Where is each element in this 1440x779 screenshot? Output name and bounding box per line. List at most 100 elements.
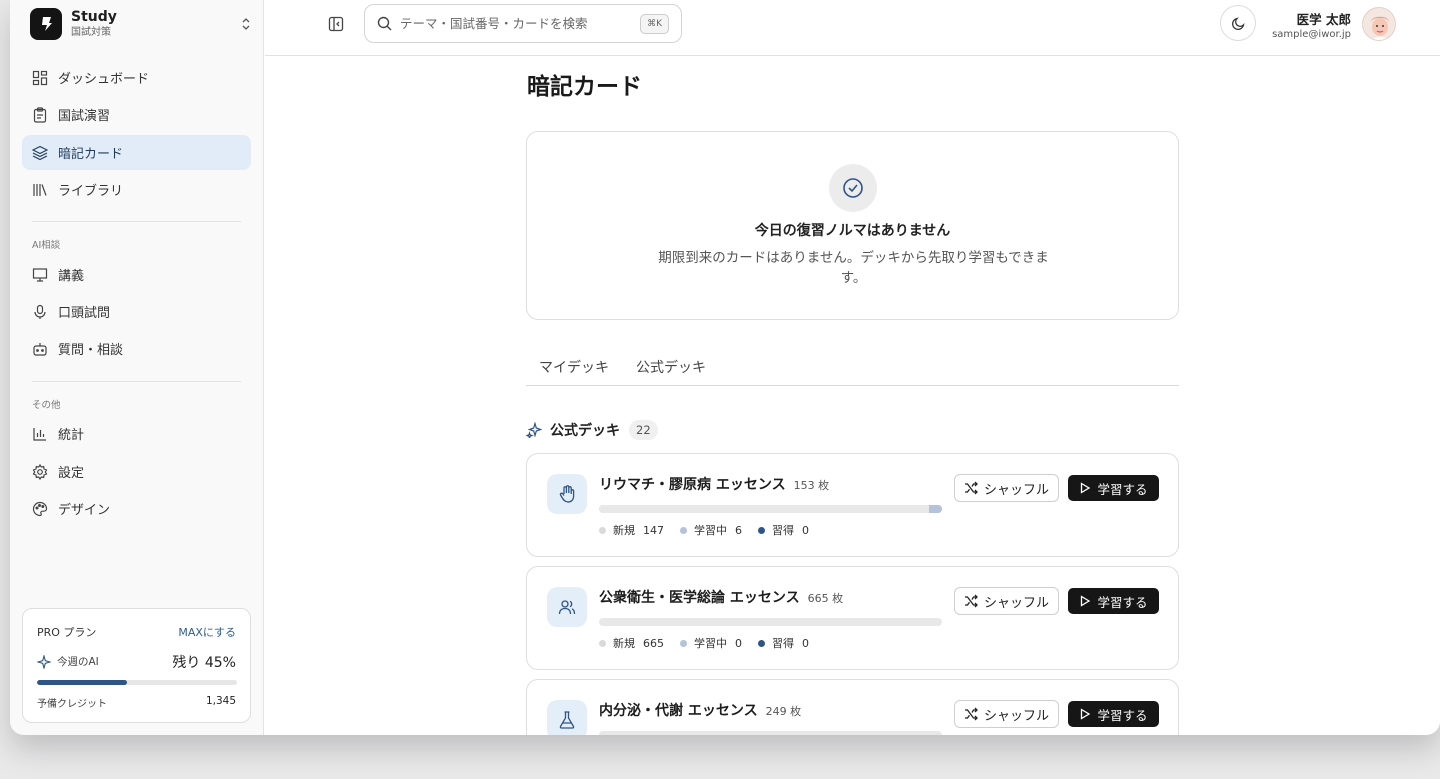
review-empty-card: 今日の復習ノルマはありません 期限到来のカードはありません。デッキから先取り学習…	[526, 131, 1179, 320]
theme-toggle-button[interactable]	[1220, 5, 1256, 41]
deck-card[interactable]: 公衆衛生・医学総論 エッセンス 665 枚 新規 665 学習中 0 習得 0 シャッ…	[526, 566, 1179, 670]
stat-learning-label: 学習中	[694, 524, 727, 537]
sidebar-toggle-button[interactable]	[325, 13, 347, 35]
shuffle-label: シャッフル	[983, 482, 1049, 498]
bot-icon	[32, 341, 48, 357]
deck-total: 153 枚	[794, 477, 830, 493]
workspace-switcher[interactable]: Study 国試対策	[30, 8, 252, 40]
progress-segment-learning	[928, 505, 942, 513]
flask-icon	[547, 700, 587, 735]
clipboard-icon	[32, 106, 48, 123]
deck-total-count: 665	[807, 592, 829, 605]
app-window: Study 国試対策 ダッシュボード 国試演習 暗記カード ライブラリ AI相談…	[10, 0, 1440, 735]
nav-exam-practice-label: 国試演習	[58, 109, 111, 124]
nav-lecture-label: 講義	[58, 269, 85, 284]
check-circle-icon	[829, 164, 877, 212]
play-icon	[1079, 595, 1097, 607]
nav-settings[interactable]: 設定	[22, 454, 251, 489]
chevron-up-down-icon	[240, 16, 252, 35]
user-name: 医学 太郎	[1296, 12, 1351, 27]
nav-questions-label: 質問・相談	[58, 343, 124, 358]
stat-new-value: 147	[643, 523, 664, 537]
plan-remaining: 残り 45%	[172, 655, 236, 671]
section-label-ai: AI相談	[32, 240, 61, 251]
progress-segment-new	[599, 505, 929, 513]
nav-design[interactable]: デザイン	[22, 491, 251, 526]
deck-title-row: リウマチ・膠原病 エッセンス 153 枚	[599, 474, 829, 494]
progress-segment-new	[599, 618, 942, 626]
stat-learning-value: 0	[735, 636, 742, 650]
shuffle-icon	[964, 707, 984, 721]
deck-total: 249 枚	[766, 703, 802, 719]
nav-library-label: ライブラリ	[58, 184, 124, 199]
gear-icon	[32, 463, 48, 480]
shuffle-button[interactable]: シャッフル	[954, 474, 1059, 502]
shuffle-button[interactable]: シャッフル	[954, 587, 1059, 615]
deck-total-count: 153	[793, 479, 815, 492]
stat-learning-value: 6	[735, 523, 742, 537]
library-icon	[32, 182, 48, 198]
search-box[interactable]: ⌘K	[364, 4, 682, 43]
deck-card[interactable]: 内分泌・代謝 エッセンス 249 枚 シャッフル 学習する	[526, 679, 1179, 735]
study-label: 学習する	[1097, 707, 1148, 723]
nav-exam-practice[interactable]: 国試演習	[22, 97, 251, 132]
tab-official-decks[interactable]: 公式デッキ	[636, 357, 706, 377]
main-content: 暗記カード 今日の復習ノルマはありません 期限到来のカードはありません。デッキか…	[265, 57, 1440, 735]
stat-mastered-label: 習得	[772, 524, 794, 537]
deck-section-heading: 公式デッキ 22	[526, 420, 658, 440]
moon-icon	[1231, 16, 1246, 31]
plan-ai-row: 今週のAI	[37, 654, 99, 669]
deck-count-badge: 22	[629, 420, 658, 440]
deck-title-row: 公衆衛生・医学総論 エッセンス 665 枚	[599, 587, 843, 607]
stat-new: 新規 147	[599, 522, 664, 538]
shuffle-icon	[964, 481, 984, 495]
deck-card[interactable]: リウマチ・膠原病 エッセンス 153 枚 新規 147 学習中 6 習得 0 シャッフ…	[526, 453, 1179, 557]
deck-section-title: 公式デッキ	[550, 423, 620, 439]
nav-lecture[interactable]: 講義	[22, 257, 251, 292]
nav-oral-exam-label: 口頭試問	[58, 306, 111, 321]
stat-new: 新規 665	[599, 635, 664, 651]
ai-usage-fill	[37, 680, 127, 685]
user-info[interactable]: 医学 太郎 sample@iwor.jp	[1263, 9, 1351, 40]
avatar[interactable]	[1362, 7, 1396, 41]
deck-progress-bar	[599, 618, 942, 626]
deck-title: 内分泌・代謝 エッセンス	[599, 703, 758, 719]
nav-flashcards[interactable]: 暗記カード	[22, 135, 251, 170]
nav-dashboard[interactable]: ダッシュボード	[22, 60, 251, 95]
section-label-other: その他	[32, 400, 61, 411]
deck-tabs: マイデッキ 公式デッキ	[526, 352, 1179, 386]
credit-label: 予備クレジット	[37, 699, 107, 710]
brand-logo-icon	[30, 8, 62, 40]
nav-design-label: デザイン	[58, 503, 111, 518]
study-label: 学習する	[1097, 481, 1148, 497]
nav-oral-exam[interactable]: 口頭試問	[22, 294, 251, 329]
sparkles-icon	[37, 654, 51, 669]
stat-mastered-value: 0	[802, 523, 809, 537]
shuffle-icon	[964, 594, 984, 608]
user-email: sample@iwor.jp	[1272, 29, 1351, 40]
search-shortcut: ⌘K	[640, 14, 669, 34]
study-button[interactable]: 学習する	[1068, 588, 1159, 614]
bar-chart-icon	[32, 426, 48, 442]
nav-library[interactable]: ライブラリ	[22, 172, 251, 207]
layers-icon	[32, 145, 48, 161]
plan-card: PRO プラン MAXにする 今週のAI 残り 45% 予備クレジット 1,34…	[22, 608, 251, 723]
study-button[interactable]: 学習する	[1068, 701, 1159, 727]
search-input[interactable]	[400, 16, 630, 31]
nav-questions[interactable]: 質問・相談	[22, 331, 251, 366]
sidebar-divider	[32, 381, 241, 382]
empty-description: 期限到来のカードはありません。デッキから先取り学習もできます。	[658, 250, 1049, 286]
tab-my-decks[interactable]: マイデッキ	[539, 357, 609, 377]
upgrade-link[interactable]: MAXにする	[178, 624, 236, 640]
sparkles-icon	[526, 422, 542, 438]
users-icon	[547, 587, 587, 627]
stat-new-label: 新規	[613, 524, 635, 537]
deck-stats: 新規 147 学習中 6 習得 0	[599, 522, 825, 538]
microphone-icon	[32, 304, 48, 320]
nav-flashcards-label: 暗記カード	[58, 147, 124, 162]
study-button[interactable]: 学習する	[1068, 475, 1159, 501]
ai-usage-bar	[37, 680, 237, 685]
nav-statistics[interactable]: 統計	[22, 416, 251, 451]
stat-learning: 学習中 6	[680, 522, 742, 538]
shuffle-button[interactable]: シャッフル	[954, 700, 1059, 728]
